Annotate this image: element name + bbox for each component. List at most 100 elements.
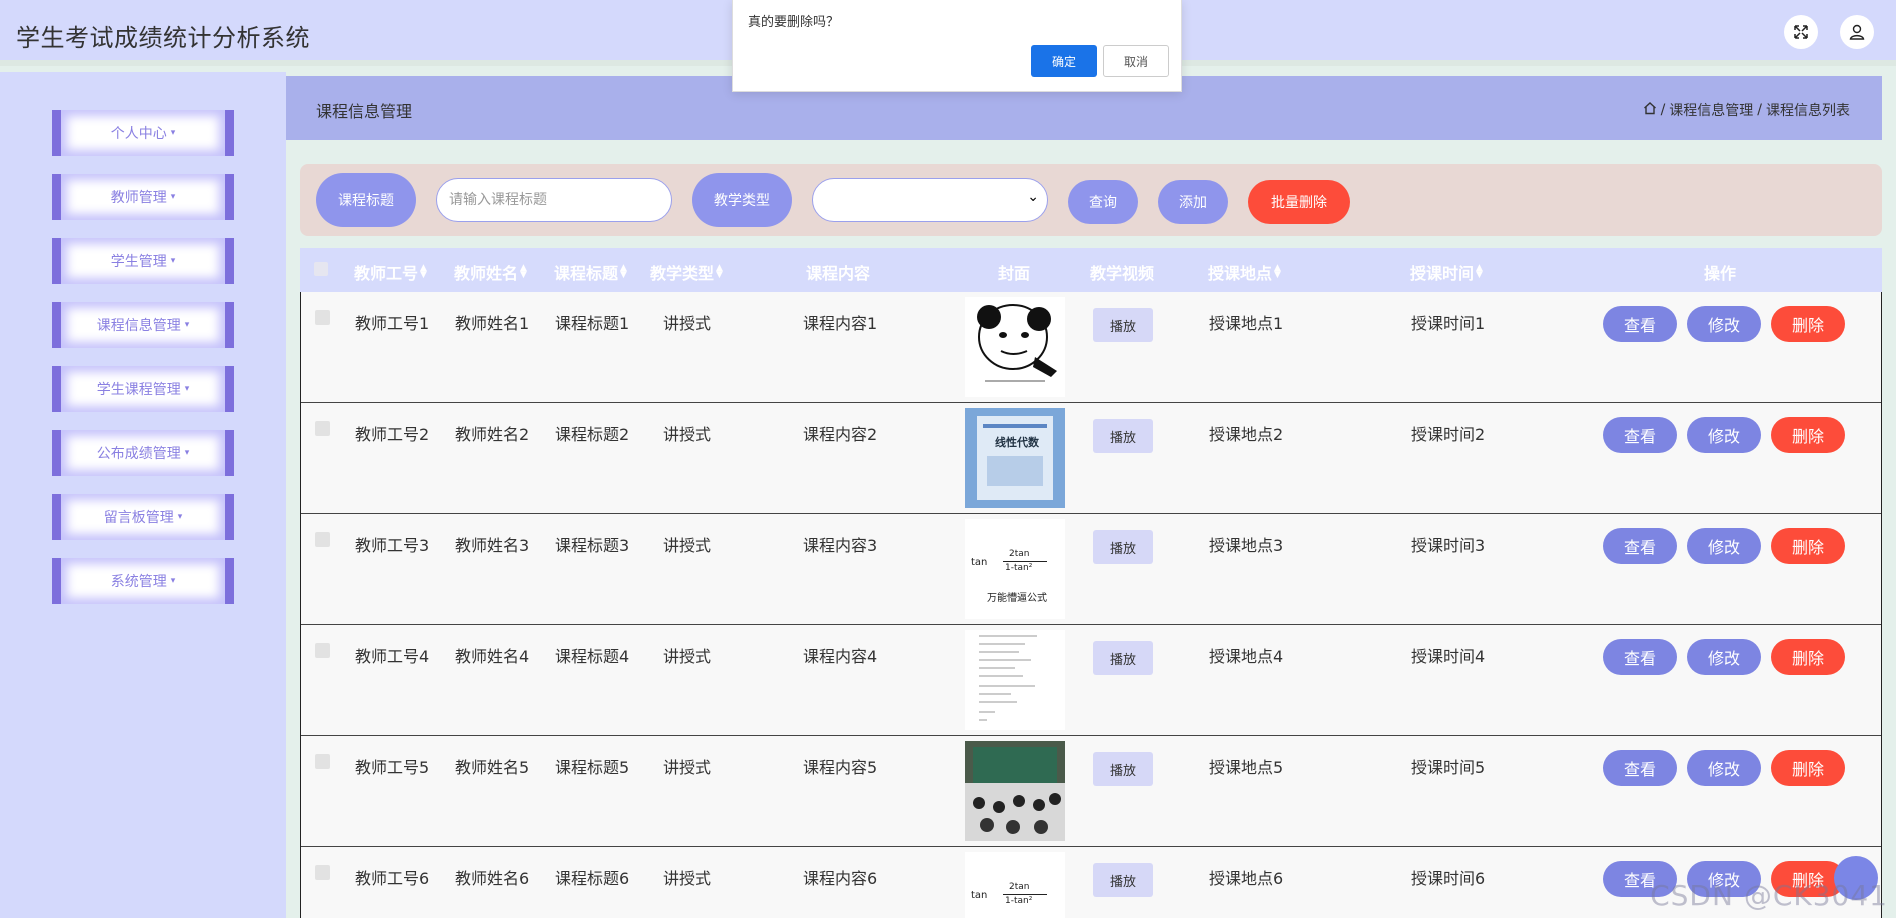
sort-icon: ▲ ▼	[1476, 263, 1483, 280]
chevron-down-icon: ▾	[170, 128, 176, 138]
user-icon[interactable]	[1840, 15, 1874, 49]
column-header-teaching-type[interactable]: 教学类型 ▲ ▼	[650, 260, 723, 284]
delete-button[interactable]: 删除	[1771, 306, 1845, 342]
batch-delete-button[interactable]: 批量删除	[1248, 180, 1350, 224]
fullscreen-icon[interactable]	[1784, 15, 1818, 49]
cell-teacher-name: 教师姓名4	[455, 647, 530, 666]
row-checkbox[interactable]	[315, 865, 330, 880]
cell-content: 课程内容6	[803, 869, 878, 888]
delete-button[interactable]: 删除	[1771, 417, 1845, 453]
query-button[interactable]: 查询	[1068, 180, 1138, 224]
table-row: 教师工号2 教师姓名2 课程标题2 讲授式 课程内容2 线性代数 播放 授课地点…	[301, 403, 1881, 514]
sidebar-item-publish-scores[interactable]: 公布成绩管理 ▾	[52, 430, 234, 476]
row-checkbox[interactable]	[315, 643, 330, 658]
delete-button[interactable]: 删除	[1771, 639, 1845, 675]
view-button[interactable]: 查看	[1603, 639, 1677, 675]
confirm-ok-button[interactable]: 确定	[1031, 45, 1097, 77]
cell-location: 授课地点3	[1209, 536, 1284, 555]
cell-teaching-type: 讲授式	[663, 314, 712, 333]
cell-course-title: 课程标题6	[555, 869, 630, 888]
sidebar-item-student-course[interactable]: 学生课程管理 ▾	[52, 366, 234, 412]
cell-location: 授课地点2	[1209, 425, 1284, 444]
course-title-search-input[interactable]	[436, 178, 672, 222]
table-header: 教师工号 ▲ ▼ 教师姓名 ▲ ▼ 课程标题 ▲ ▼ 教学类型 ▲ ▼ 课程内容 封面 教学视频…	[300, 248, 1882, 292]
course-title-label: 课程标题	[316, 173, 416, 227]
cover-image: tan 2tan 1-tan² 万能懵逼公式	[965, 519, 1065, 619]
home-icon[interactable]	[1643, 101, 1657, 119]
classroom-photo-icon	[965, 741, 1065, 841]
cell-teacher-id: 教师工号6	[355, 869, 430, 888]
cover-image: 线性代数	[965, 408, 1065, 508]
delete-button[interactable]: 删除	[1771, 750, 1845, 786]
sort-icon: ▲ ▼	[520, 263, 527, 280]
cell-location: 授课地点4	[1209, 647, 1284, 666]
page-title: 课程信息管理	[316, 102, 413, 121]
cell-time: 授课时间2	[1411, 425, 1486, 444]
cell-teaching-type: 讲授式	[663, 758, 712, 777]
sidebar-item-label: 个人中心	[110, 126, 167, 142]
cell-time: 授课时间5	[1411, 758, 1486, 777]
cell-course-title: 课程标题3	[555, 536, 630, 555]
table-row: 教师工号6 教师姓名6 课程标题6 讲授式 课程内容6 tan 2tan 1-t…	[301, 847, 1881, 918]
confirm-cancel-button[interactable]: 取消	[1103, 45, 1169, 77]
breadcrumb-item[interactable]: 课程信息管理	[1669, 100, 1753, 120]
view-button[interactable]: 查看	[1603, 417, 1677, 453]
play-video-button[interactable]: 播放	[1093, 530, 1153, 564]
select-all-checkbox[interactable]	[314, 262, 328, 276]
edit-button[interactable]: 修改	[1687, 639, 1761, 675]
row-checkbox[interactable]	[315, 754, 330, 769]
play-video-button[interactable]: 播放	[1093, 308, 1153, 342]
table-row: 教师工号4 教师姓名4 课程标题4 讲授式 课程内容4 播放 授课地点4 授课时…	[301, 625, 1881, 736]
table-row: 教师工号3 教师姓名3 课程标题3 讲授式 课程内容3 tan 2tan 1-t…	[301, 514, 1881, 625]
sidebar-item-system[interactable]: 系统管理 ▾	[52, 558, 234, 604]
sort-icon: ▲ ▼	[716, 263, 723, 280]
cell-course-title: 课程标题1	[555, 314, 630, 333]
cell-location: 授课地点1	[1209, 314, 1284, 333]
row-checkbox[interactable]	[315, 421, 330, 436]
column-header-teacher-name[interactable]: 教师姓名 ▲ ▼	[454, 260, 527, 284]
add-button[interactable]: 添加	[1158, 180, 1228, 224]
sidebar-item-label: 留言板管理	[103, 510, 174, 526]
edit-button[interactable]: 修改	[1687, 417, 1761, 453]
sidebar-item-message-board[interactable]: 留言板管理 ▾	[52, 494, 234, 540]
edit-button[interactable]: 修改	[1687, 306, 1761, 342]
dialog-message: 真的要删除吗？	[748, 15, 840, 30]
column-header-location[interactable]: 授课地点 ▲ ▼	[1208, 260, 1281, 284]
cell-time: 授课时间1	[1411, 314, 1486, 333]
chevron-down-icon: ▾	[177, 512, 183, 522]
chevron-down-icon: ▾	[184, 384, 190, 394]
view-button[interactable]: 查看	[1603, 306, 1677, 342]
delete-button[interactable]: 删除	[1771, 528, 1845, 564]
column-header-teacher-id[interactable]: 教师工号 ▲ ▼	[354, 260, 427, 284]
cell-teacher-id: 教师工号5	[355, 758, 430, 777]
sidebar-item-student-management[interactable]: 学生管理 ▾	[52, 238, 234, 284]
cell-teacher-id: 教师工号1	[355, 314, 430, 333]
view-button[interactable]: 查看	[1603, 528, 1677, 564]
cover-image	[965, 630, 1065, 730]
play-video-button[interactable]: 播放	[1093, 419, 1153, 453]
row-checkbox[interactable]	[315, 310, 330, 325]
play-video-button[interactable]: 播放	[1093, 863, 1153, 897]
column-header-video: 教学视频	[1090, 264, 1155, 283]
sort-icon: ▲ ▼	[620, 263, 627, 280]
cell-time: 授课时间6	[1411, 869, 1486, 888]
view-button[interactable]: 查看	[1603, 750, 1677, 786]
column-header-course-title[interactable]: 课程标题 ▲ ▼	[554, 260, 627, 284]
sidebar-item-label: 学生课程管理	[96, 382, 181, 398]
sidebar-item-label: 教师管理	[110, 190, 167, 206]
sidebar-item-course-info[interactable]: 课程信息管理 ▾	[52, 302, 234, 348]
cell-content: 课程内容1	[803, 314, 878, 333]
sidebar-item-personal-center[interactable]: 个人中心 ▾	[52, 110, 234, 156]
column-header-time[interactable]: 授课时间 ▲ ▼	[1410, 260, 1483, 284]
row-checkbox[interactable]	[315, 532, 330, 547]
cell-teaching-type: 讲授式	[663, 647, 712, 666]
play-video-button[interactable]: 播放	[1093, 752, 1153, 786]
edit-button[interactable]: 修改	[1687, 750, 1761, 786]
play-video-button[interactable]: 播放	[1093, 641, 1153, 675]
edit-button[interactable]: 修改	[1687, 528, 1761, 564]
sidebar-item-teacher-management[interactable]: 教师管理 ▾	[52, 174, 234, 220]
sidebar: 个人中心 ▾ 教师管理 ▾ 学生管理 ▾ 课程信息管理 ▾ 学生课程管理 ▾ 公布成绩管理…	[0, 72, 286, 918]
cover-image: tan 2tan 1-tan²	[965, 852, 1065, 918]
cell-teaching-type: 讲授式	[663, 869, 712, 888]
teaching-type-select[interactable]: ⌄	[812, 178, 1048, 222]
